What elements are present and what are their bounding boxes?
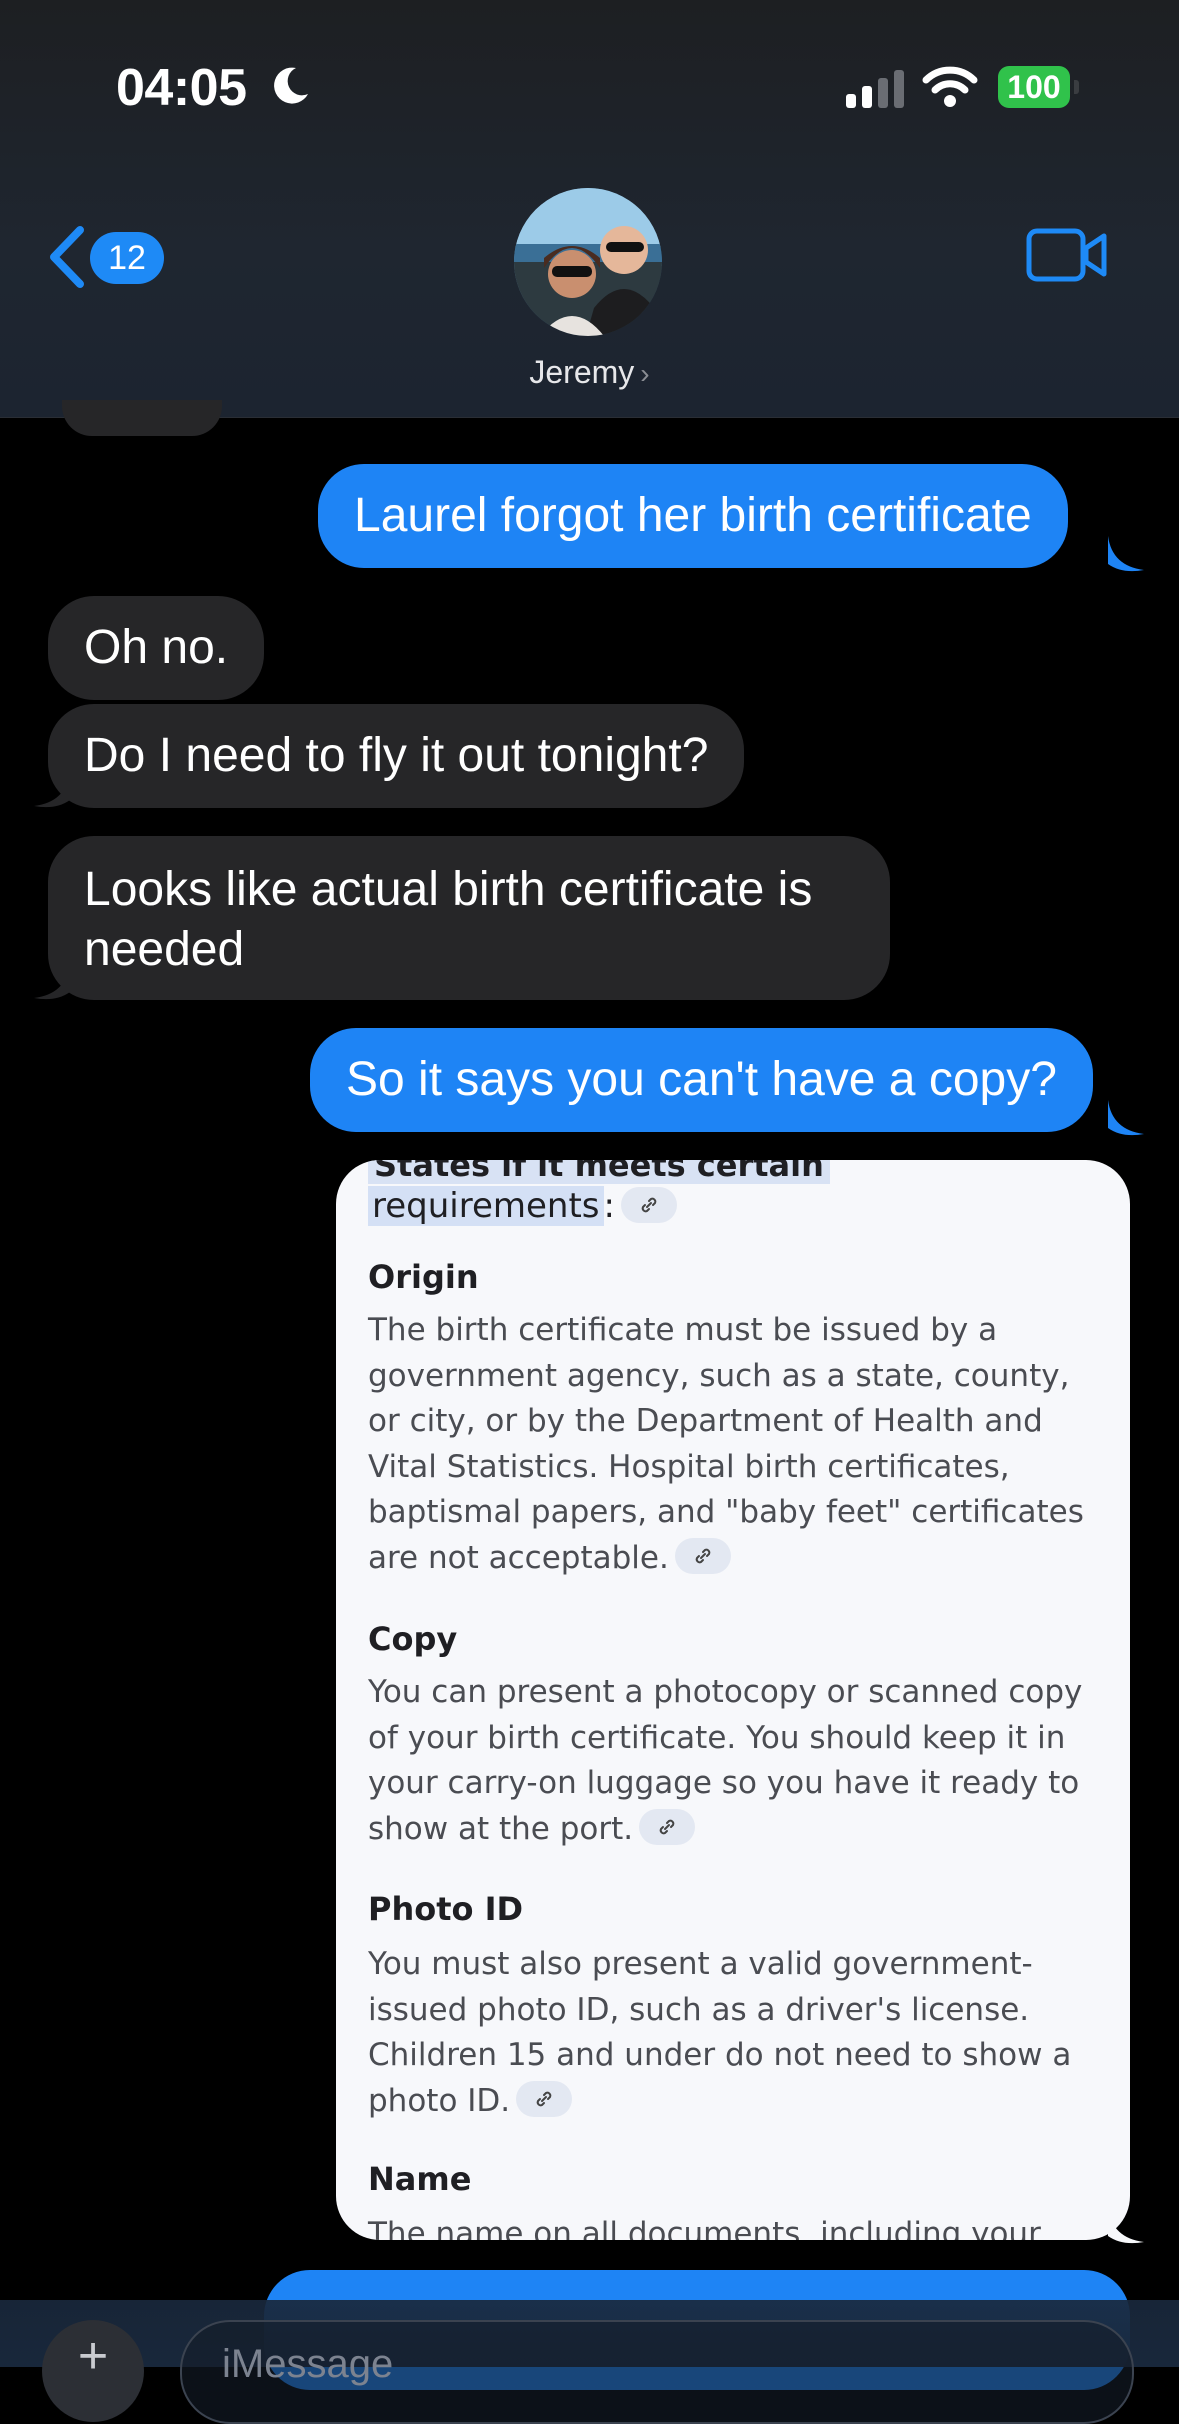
bubble-tail [34,964,70,1000]
requirements-colon: : [603,1186,615,1226]
status-time: 04:05 [116,59,247,117]
bubble-tail [1108,1100,1144,1136]
bubble-tail [34,772,70,808]
message-text: Laurel forgot her birth certificate [354,489,1032,542]
clipped-text: States if it meets certain [368,1160,830,1184]
wifi-icon [922,66,978,107]
cellular-signal-icon [846,70,904,108]
message-bubble-sent[interactable]: Laurel forgot her birth certificate [318,464,1068,568]
message-bubble-received[interactable]: Looks like actual birth certificate is n… [48,836,890,1000]
section-title: Photo ID [368,1890,524,1928]
message-input-placeholder: iMessage [222,2342,394,2386]
unread-count-badge[interactable]: 12 [90,232,164,284]
message-text: Do I need to fly it out tonight? [84,729,709,782]
link-icon [639,1809,696,1845]
section-text: You can present a photocopy or scanned c… [368,1670,1098,1852]
plus-button[interactable]: + [42,2320,144,2422]
bubble-tail [1108,2208,1144,2244]
chevron-right-icon: › [640,358,650,389]
image-attachment[interactable]: States if it meets certain requirements:… [336,1160,1130,2240]
battery-indicator: 100 [998,66,1070,108]
section-body: You must also present a valid government… [368,1946,1072,2119]
section-title: Origin [368,1258,479,1296]
link-icon [516,2081,573,2117]
section-body: The birth certificate must be issued by … [368,1312,1084,1576]
section-text: The name on all documents, including you… [368,2216,1041,2240]
message-text: Oh no. [84,621,229,674]
message-bubble-received[interactable]: Do I need to fly it out tonight? [48,704,745,808]
contact-name[interactable]: Jeremy › [0,354,1179,391]
section-text: The birth certificate must be issued by … [368,1308,1098,1581]
plus-icon: + [77,2327,109,2385]
contact-name-label: Jeremy [529,354,635,390]
battery-nub [1074,80,1079,94]
section-text: You must also present a valid government… [368,1942,1098,2124]
message-input[interactable]: iMessage [180,2320,1134,2424]
link-icon [620,1186,677,1223]
link-icon [674,1538,731,1574]
message-bubble-sent[interactable]: So it says you can't have a copy? [310,1028,1093,1132]
conversation-header: 04:05 100 12 Jeremy › [0,0,1179,418]
section-title: Name [368,2160,472,2198]
message-text: So it says you can't have a copy? [346,1053,1057,1106]
section-title: Copy [368,1620,458,1658]
message-bubble-received[interactable]: Oh no. [48,596,265,700]
moon-icon [274,67,308,104]
section-body: You can present a photocopy or scanned c… [368,1674,1083,1847]
video-camera-icon[interactable] [1026,226,1108,284]
message-text: Looks like actual birth certificate is n… [84,863,813,976]
chevron-left-icon[interactable] [46,226,86,288]
previous-message-fragment [62,400,222,436]
avatar[interactable] [514,188,662,336]
requirements-line: requirements: [368,1186,677,1226]
bubble-tail [1108,536,1144,572]
requirements-highlight: requirements [368,1186,604,1226]
